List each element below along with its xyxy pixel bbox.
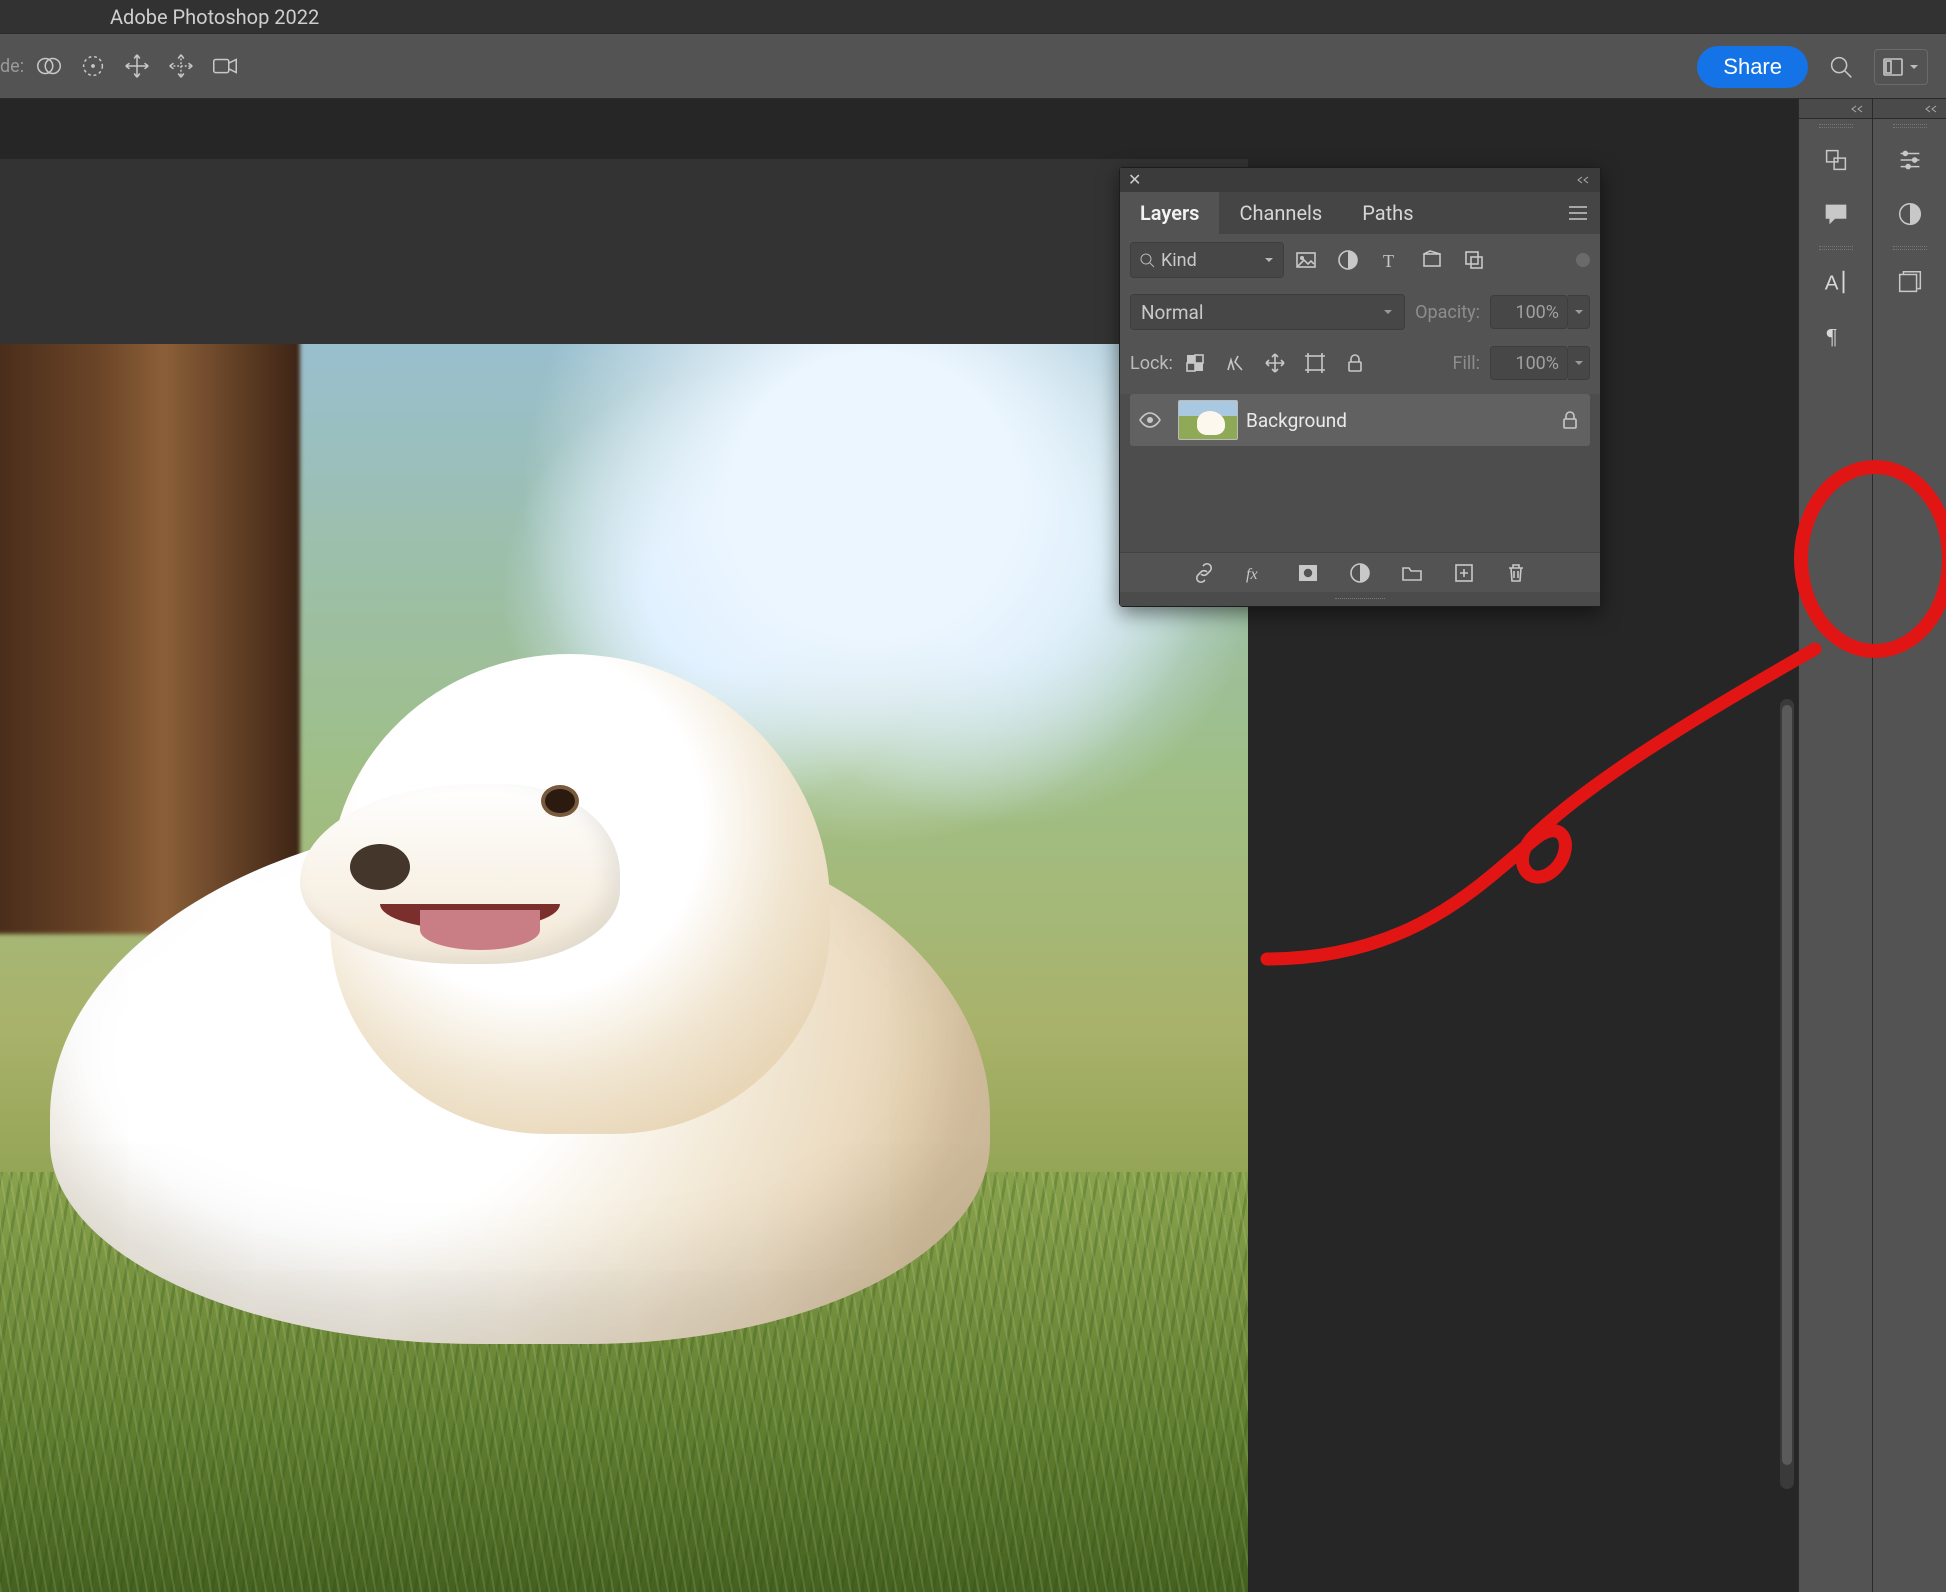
layer-fx-icon[interactable]: fx bbox=[1244, 561, 1268, 585]
character-icon[interactable]: A bbox=[1799, 255, 1872, 309]
document-area: A ¶ ✕ Layers Channels Paths bbox=[0, 99, 1946, 1592]
new-adjustment-layer-icon[interactable] bbox=[1348, 561, 1372, 585]
lock-label: Lock: bbox=[1130, 353, 1173, 374]
workspace-frame-dropdown[interactable] bbox=[1874, 49, 1928, 85]
search-icon[interactable] bbox=[1826, 52, 1856, 82]
new-layer-icon[interactable] bbox=[1452, 561, 1476, 585]
layers-empty-area[interactable] bbox=[1120, 452, 1600, 552]
panel-resize-handle[interactable] bbox=[1120, 592, 1600, 606]
opacity-value-field[interactable]: 100% bbox=[1490, 295, 1568, 329]
layer-name[interactable]: Background bbox=[1246, 409, 1550, 432]
vertical-scrollbar[interactable] bbox=[1780, 699, 1794, 1489]
adjustments-icon[interactable] bbox=[1873, 133, 1946, 187]
delete-layer-icon[interactable] bbox=[1504, 561, 1528, 585]
filter-adjustment-icon[interactable] bbox=[1336, 248, 1360, 272]
mode-label: de: bbox=[0, 56, 24, 77]
tab-paths[interactable]: Paths bbox=[1342, 192, 1433, 234]
layers-panel-footer: fx bbox=[1120, 552, 1600, 592]
libraries-icon[interactable] bbox=[1873, 255, 1946, 309]
fill-dropdown-arrow[interactable] bbox=[1568, 346, 1590, 380]
opacity-dropdown-arrow[interactable] bbox=[1568, 295, 1590, 329]
link-layers-icon[interactable] bbox=[1192, 561, 1216, 585]
move-arrows-icon[interactable] bbox=[122, 51, 152, 81]
tab-layers[interactable]: Layers bbox=[1120, 192, 1219, 234]
venn-icon[interactable] bbox=[34, 51, 64, 81]
layer-visibility-toggle[interactable] bbox=[1130, 408, 1170, 432]
lock-artboard-icon[interactable] bbox=[1303, 351, 1327, 375]
layers-panel-tabs: Layers Channels Paths bbox=[1120, 192, 1600, 234]
canvas-image[interactable] bbox=[0, 344, 1248, 1592]
collapse-column-b[interactable] bbox=[1873, 99, 1946, 119]
app-titlebar: Adobe Photoshop 2022 bbox=[0, 0, 1946, 34]
video-icon[interactable] bbox=[210, 51, 240, 81]
blend-mode-select[interactable]: Normal bbox=[1130, 294, 1405, 330]
layers-panel: ✕ Layers Channels Paths Kind bbox=[1119, 167, 1601, 607]
move-arrows-dashed-icon[interactable] bbox=[166, 51, 196, 81]
options-bar: de: Share bbox=[0, 34, 1946, 99]
panel-menu-icon[interactable] bbox=[1566, 192, 1590, 234]
filter-shape-icon[interactable] bbox=[1420, 248, 1444, 272]
tab-channels[interactable]: Channels bbox=[1219, 192, 1342, 234]
half-circle-icon[interactable] bbox=[1873, 187, 1946, 241]
color-swatch-icon[interactable] bbox=[1799, 133, 1872, 187]
svg-text:T: T bbox=[1383, 251, 1394, 271]
panel-grip[interactable] bbox=[1873, 241, 1946, 255]
layer-thumbnail[interactable] bbox=[1178, 400, 1238, 440]
filter-smartobject-icon[interactable] bbox=[1462, 248, 1486, 272]
lock-all-icon[interactable] bbox=[1343, 351, 1367, 375]
panel-grip[interactable] bbox=[1873, 119, 1946, 133]
layer-filter-kind-select[interactable]: Kind bbox=[1130, 242, 1284, 278]
fill-label: Fill: bbox=[1453, 353, 1480, 374]
right-panel-column-a: A ¶ bbox=[1798, 99, 1872, 1592]
filter-pixel-icon[interactable] bbox=[1294, 248, 1318, 272]
app-title: Adobe Photoshop 2022 bbox=[110, 5, 319, 29]
panel-grip[interactable] bbox=[1799, 241, 1872, 255]
lock-pixels-icon[interactable] bbox=[1223, 351, 1247, 375]
collapse-panel-icon[interactable] bbox=[1576, 175, 1592, 185]
paragraph-icon[interactable]: ¶ bbox=[1799, 309, 1872, 363]
layer-lock-indicator[interactable] bbox=[1550, 408, 1590, 432]
layers-list: Background bbox=[1120, 394, 1600, 552]
svg-text:fx: fx bbox=[1246, 566, 1258, 583]
layer-row[interactable]: Background bbox=[1130, 394, 1590, 446]
filter-toggle-switch[interactable] bbox=[1576, 253, 1590, 267]
lock-position-icon[interactable] bbox=[1263, 351, 1287, 375]
opacity-label: Opacity: bbox=[1415, 302, 1480, 323]
fill-value-field[interactable]: 100% bbox=[1490, 346, 1568, 380]
mode-icons-group bbox=[34, 51, 240, 81]
close-icon[interactable]: ✕ bbox=[1128, 172, 1141, 188]
add-mask-icon[interactable] bbox=[1296, 561, 1320, 585]
collapse-column-a[interactable] bbox=[1799, 99, 1872, 119]
share-button[interactable]: Share bbox=[1697, 46, 1808, 88]
svg-text:A: A bbox=[1824, 272, 1838, 295]
new-group-icon[interactable] bbox=[1400, 561, 1424, 585]
lock-transparency-icon[interactable] bbox=[1183, 351, 1207, 375]
panel-grip[interactable] bbox=[1799, 119, 1872, 133]
svg-text:¶: ¶ bbox=[1826, 324, 1836, 349]
filter-type-icon[interactable]: T bbox=[1378, 248, 1402, 272]
target-dashed-icon[interactable] bbox=[78, 51, 108, 81]
comment-icon[interactable] bbox=[1799, 187, 1872, 241]
layers-panel-titlebar[interactable]: ✕ bbox=[1120, 168, 1600, 192]
right-panel-column-b bbox=[1872, 99, 1946, 1592]
